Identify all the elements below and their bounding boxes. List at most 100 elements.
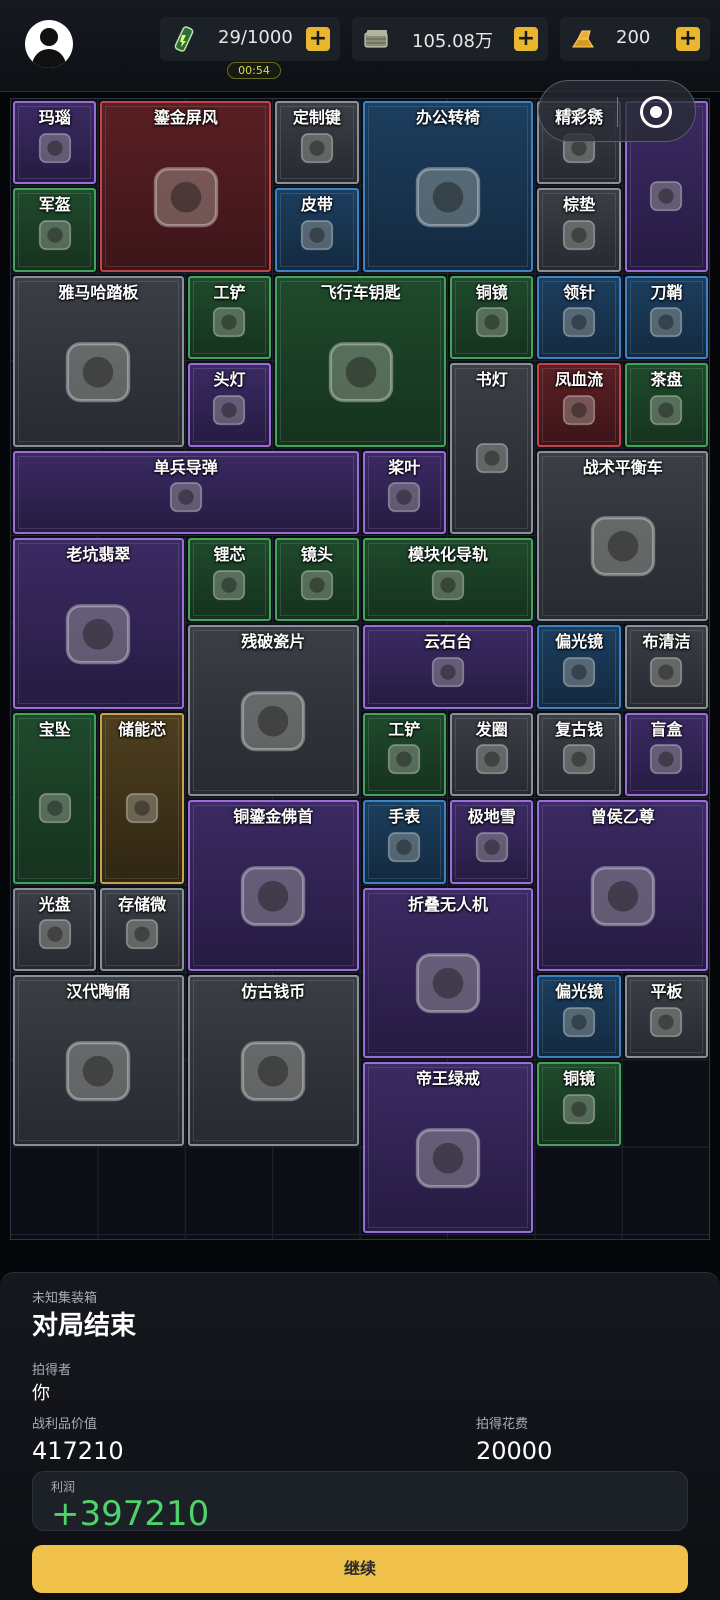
item-label: 汉代陶俑 [66,982,131,1001]
loot-item[interactable]: 定制键 [275,101,359,185]
loot-item[interactable]: 军盔 [13,188,97,272]
loot-item[interactable]: 玛瑙 [13,101,97,185]
item-picture [169,482,202,513]
profit-label: 利润 [51,1480,76,1494]
avatar[interactable] [25,20,73,68]
loot-item[interactable]: 折叠无人机 [362,887,534,1059]
item-picture [650,180,683,211]
item-picture [562,657,596,688]
loot-item[interactable]: 云石台 [362,625,534,709]
loot-item[interactable]: 铜镜 [537,1062,621,1146]
loot-item[interactable]: 头灯 [187,363,272,447]
item-label: 偏光镜 [555,632,604,652]
gold-value: 200 [616,27,651,48]
item-label: 工铲 [388,719,421,739]
loot-item[interactable]: 宝坠 [13,712,97,884]
loot-item[interactable]: 手表 [362,800,446,884]
loot-item[interactable]: 鎏金屏风 [100,101,272,272]
item-picture [475,307,508,338]
loot-item[interactable]: 偏光镜 [537,625,621,709]
loot-item[interactable]: 棕垫 [537,188,621,272]
winner-label: 拍得者 [32,1363,72,1378]
loot-item[interactable]: 复古钱 [537,712,621,797]
loot-item[interactable]: 战术平衡车 [537,450,709,622]
loot-item[interactable]: 帝王绿戒 [362,1062,534,1234]
item-picture [650,657,683,688]
loot-item[interactable]: 极地雪 [450,800,534,884]
loot-item[interactable]: 飞行车钥匙 [275,275,446,447]
item-label: 鎏金屏风 [153,108,218,127]
item-picture [650,744,683,775]
loot-item[interactable]: 曾侯乙尊 [537,800,709,971]
item-label: 飞行车钥匙 [320,282,401,302]
item-label: 云石台 [423,632,472,652]
avatar-body-shape [32,49,66,68]
result-panel: 未知集装箱 对局结束 拍得者 你 战利品价值 417210 拍得花费 20000… [0,1272,720,1600]
item-picture [590,866,656,927]
item-label: 桨叶 [388,457,421,477]
cost-value: 20000 [476,1437,553,1465]
top-bar: 29/1000 + 00:54 105.08万 + 200 + [0,0,720,92]
item-label: 头灯 [213,370,246,390]
loot-item[interactable]: 精彩锈 [537,101,621,185]
loot-item[interactable]: 存储微 [100,887,184,971]
loot-item[interactable]: 刀鞘 [624,275,709,360]
energy-resource: 29/1000 + [160,17,340,61]
item-picture [415,953,481,1014]
loot-item[interactable]: 镜头 [275,538,359,622]
item-picture [213,394,246,425]
item-picture [415,1128,481,1189]
item-label: 布清洁 [642,632,691,652]
money-add-button[interactable]: + [514,27,538,51]
item-label: 帝王绿戒 [415,1069,480,1089]
loot-item[interactable]: 平板 [624,975,709,1059]
loot-item[interactable]: 工铲 [187,275,272,360]
loot-item[interactable]: 盲盒 [624,712,709,797]
loot-item[interactable]: 茶盘 [624,363,709,447]
loot-item[interactable]: 书灯 [450,363,534,534]
loot-item[interactable]: 单兵导弹 [13,450,359,534]
loot-item[interactable]: 老坑翡翠 [13,538,184,709]
gold-add-button[interactable]: + [676,27,700,51]
continue-button[interactable]: 继续 [32,1545,688,1593]
loot-item[interactable]: 模块化导轨 [362,538,534,622]
item-picture [66,1040,131,1101]
loot-grid: 玛瑙 鎏金屏风 定制键 办公转椅 精彩锈 军盔 皮带 棕垫 雅马哈踏板 工铲 飞… [10,98,710,1240]
loot-item[interactable]: 铜鎏金佛首 [187,800,359,971]
loot-item[interactable]: 布清洁 [624,625,709,709]
loot-item[interactable]: 桨叶 [362,450,446,534]
loot-item[interactable]: 铜镜 [450,275,534,360]
gold-bars-icon [572,30,594,48]
item-label: 仿古钱币 [241,982,306,1001]
energy-add-button[interactable]: + [306,27,330,51]
item-label: 折叠无人机 [407,894,488,914]
loot-item[interactable]: 雅马哈踏板 [13,275,184,447]
loot-item[interactable]: 残破瓷片 [187,625,359,797]
loot-item[interactable]: 汉代陶俑 [13,975,184,1146]
loot-item[interactable]: 办公转椅 [362,101,534,272]
item-label: 偏光镜 [555,982,604,1001]
loot-item[interactable]: 领针 [537,275,621,360]
loot-item[interactable]: 锂芯 [187,538,272,622]
item-picture [475,442,508,474]
item-label: 皮带 [300,195,333,215]
item-picture [38,792,71,823]
cash-stack-icon [364,30,388,48]
item-label: 定制键 [292,108,341,127]
loot-item[interactable]: 光盘 [13,887,97,971]
item-label: 光盘 [38,894,71,914]
item-label: 锂芯 [213,545,246,564]
loot-item[interactable]: 发圈 [450,712,534,797]
cost-label: 拍得花费 [476,1417,529,1432]
loot-item[interactable]: 储能芯 [100,712,184,884]
close-miniprogram-icon[interactable] [640,96,672,128]
loot-item[interactable]: 偏光镜 [537,975,621,1059]
loot-item[interactable]: 凤血流 [537,363,621,447]
loot-item[interactable]: 皮带 [275,188,359,272]
item-picture [240,1040,306,1101]
gold-resource: 200 + [560,17,710,61]
loot-item[interactable]: 仿古钱币 [187,975,359,1146]
loot-item[interactable]: 工铲 [362,712,446,797]
item-label: 单兵导弹 [153,457,218,477]
item-label: 存储微 [118,894,167,914]
